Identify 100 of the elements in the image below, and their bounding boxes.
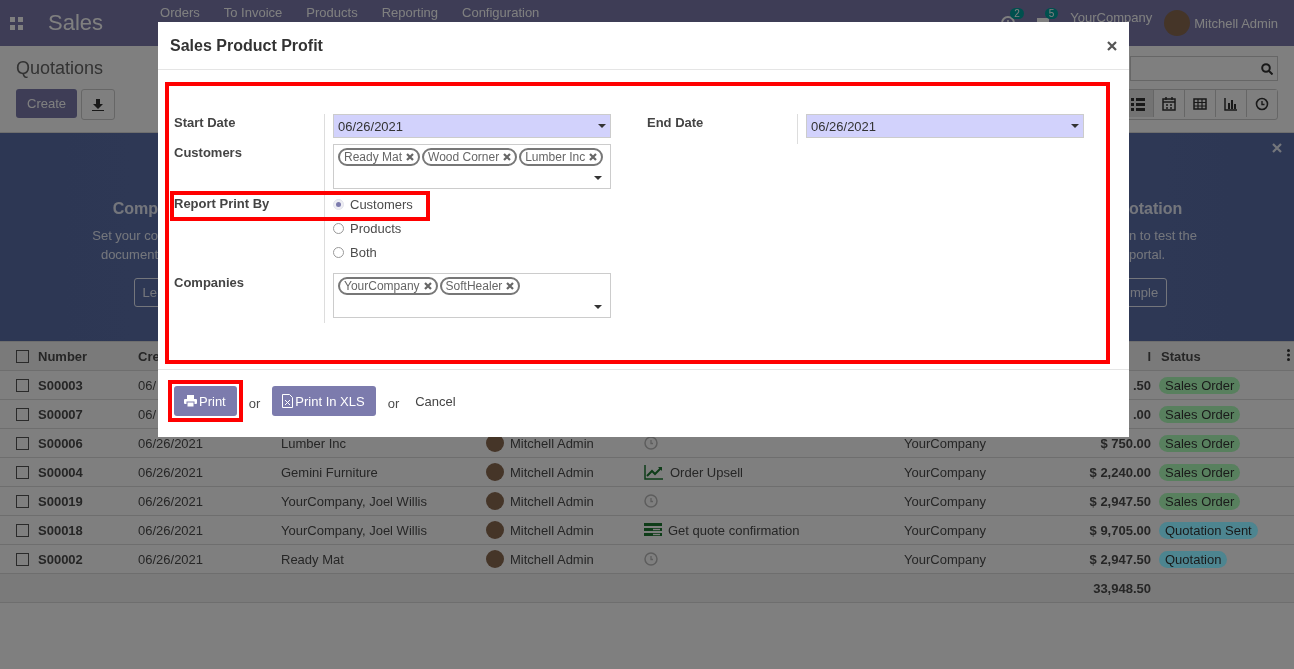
tag: SoftHealer bbox=[439, 277, 521, 295]
status-badge: Quotation Sent bbox=[1159, 521, 1258, 539]
menu-item[interactable]: Orders bbox=[160, 5, 200, 20]
grid-icon bbox=[1193, 96, 1207, 111]
menu-item[interactable]: To Invoice bbox=[223, 5, 283, 20]
field-label: Customers bbox=[174, 145, 242, 160]
radio-option[interactable]: Both bbox=[333, 240, 611, 264]
checkbox[interactable] bbox=[16, 523, 29, 537]
table-cell-text: S00002 bbox=[37, 551, 84, 567]
radio-option[interactable]: Products bbox=[333, 216, 611, 240]
date-field[interactable]: 06/26/2021 bbox=[333, 114, 611, 138]
checkbox[interactable] bbox=[16, 465, 29, 479]
table-cell-text: S00006 bbox=[37, 435, 84, 451]
printer-icon bbox=[184, 395, 197, 407]
trend-chart-icon[interactable] bbox=[644, 464, 664, 480]
table-cell-text: $ 2,947.50 bbox=[1088, 551, 1152, 567]
table-cell-text: Ready Mat bbox=[280, 551, 345, 567]
caret-icon bbox=[598, 124, 606, 128]
banner-title: otation bbox=[1129, 200, 1183, 218]
table-cell-text: YourCompany bbox=[903, 435, 987, 451]
table-cell-text: YourCompany bbox=[903, 551, 987, 567]
checkbox[interactable] bbox=[16, 494, 29, 508]
or-text: or bbox=[248, 394, 261, 411]
remove-icon[interactable] bbox=[423, 282, 432, 290]
table-cell-text: .00 bbox=[1131, 406, 1152, 422]
remove-icon[interactable] bbox=[506, 282, 515, 290]
activity-text: Get quote confirmation bbox=[668, 522, 800, 538]
status-badge: Sales Order bbox=[1159, 405, 1241, 423]
activity-text: Order Upsell bbox=[670, 464, 743, 480]
status-badge: Quotation bbox=[1159, 550, 1228, 568]
user-menu[interactable]: Mitchell Admin bbox=[1194, 15, 1278, 31]
menu-item[interactable]: Products bbox=[306, 5, 358, 20]
list-icon[interactable] bbox=[644, 523, 662, 537]
table-cell-text: S00007 bbox=[37, 406, 84, 422]
table-cell-text: YourCompany bbox=[903, 522, 987, 538]
column-header[interactable]: Number bbox=[32, 348, 132, 364]
table-cell-text: 06/26/2021 bbox=[137, 493, 205, 509]
checkbox[interactable] bbox=[16, 436, 29, 450]
cancel-link[interactable]: Cancel bbox=[405, 393, 466, 409]
count-badge: 2 bbox=[1010, 8, 1024, 19]
field-label: End Date bbox=[647, 115, 704, 130]
tags-field[interactable]: Ready Mat Wood Corner Lumber Inc bbox=[333, 144, 611, 189]
remove-icon[interactable] bbox=[406, 153, 415, 161]
bar-chart-icon bbox=[1224, 96, 1238, 111]
table-cell-text: $ 9,705.00 bbox=[1088, 522, 1152, 538]
close-icon[interactable] bbox=[1107, 40, 1117, 51]
table-cell-text: S00003 bbox=[37, 377, 84, 393]
search-field[interactable] bbox=[1130, 56, 1278, 81]
table-cell-text: YourCompany, Joel Willis bbox=[280, 493, 428, 509]
date-field[interactable]: 06/26/2021 bbox=[806, 114, 1084, 138]
table-cell-text: 06/ bbox=[137, 406, 158, 422]
clock-icon bbox=[1255, 96, 1269, 111]
company-switcher[interactable]: YourCompany bbox=[1070, 9, 1153, 25]
table-cell-text: 06/ bbox=[137, 377, 158, 393]
spreadsheet-file-icon bbox=[282, 394, 294, 408]
tag: Ready Mat bbox=[338, 148, 421, 166]
table-cell-text: Lumber Inc bbox=[280, 435, 348, 451]
banner-text: document bbox=[100, 246, 158, 264]
dialog-title: Sales Product Profit bbox=[170, 36, 323, 55]
create-button[interactable]: Create bbox=[16, 89, 78, 118]
export-button[interactable]: Print In XLS bbox=[272, 386, 376, 416]
table-cell-text: $ 750.00 bbox=[1099, 435, 1152, 451]
checkbox[interactable] bbox=[16, 378, 29, 392]
checkbox[interactable] bbox=[16, 407, 29, 421]
remove-icon[interactable] bbox=[589, 153, 598, 161]
tags-field[interactable]: YourCompany SoftHealer bbox=[333, 273, 611, 318]
avatar bbox=[1164, 10, 1191, 36]
print-button[interactable]: Print bbox=[174, 386, 237, 416]
table-cell-text: Gemini Furniture bbox=[280, 464, 379, 480]
status-badge: Sales Order bbox=[1159, 463, 1241, 481]
clock-icon[interactable] bbox=[644, 436, 658, 450]
table-cell-text: 06/26/2021 bbox=[137, 464, 205, 480]
table-cell: Mitchell Admin bbox=[510, 522, 594, 538]
table-cell: Mitchell Admin bbox=[510, 464, 594, 480]
search-icon bbox=[1261, 62, 1273, 75]
table-cell-text: $ 2,240.00 bbox=[1088, 464, 1152, 480]
table-cell: Mitchell Admin bbox=[510, 551, 594, 567]
apps-icon[interactable] bbox=[10, 16, 23, 30]
calendar-icon bbox=[1162, 96, 1176, 111]
more-options-icon[interactable] bbox=[1287, 348, 1290, 361]
banner-text: Set your co bbox=[92, 227, 158, 245]
column-header[interactable]: Status bbox=[1161, 348, 1201, 364]
menu-item[interactable]: Configuration bbox=[462, 5, 540, 20]
table-cell-text: 06/26/2021 bbox=[137, 522, 205, 538]
status-badge: Sales Order bbox=[1159, 376, 1241, 394]
table-cell-text: 06/26/2021 bbox=[137, 435, 205, 451]
download-button[interactable] bbox=[81, 89, 116, 120]
tag: Wood Corner bbox=[422, 148, 518, 166]
status-badge: Sales Order bbox=[1159, 434, 1241, 452]
remove-icon[interactable] bbox=[503, 153, 512, 161]
checkbox[interactable] bbox=[16, 552, 29, 566]
checkbox[interactable] bbox=[16, 349, 29, 363]
count-badge: 5 bbox=[1044, 8, 1059, 19]
table-cell-text: 06/26/2021 bbox=[137, 551, 205, 567]
avatar bbox=[486, 492, 504, 510]
avatar bbox=[486, 550, 504, 568]
menu-item[interactable]: Reporting bbox=[381, 5, 438, 20]
avatar bbox=[486, 463, 504, 481]
download-icon bbox=[92, 98, 105, 111]
table-cell: Mitchell Admin bbox=[510, 493, 594, 509]
